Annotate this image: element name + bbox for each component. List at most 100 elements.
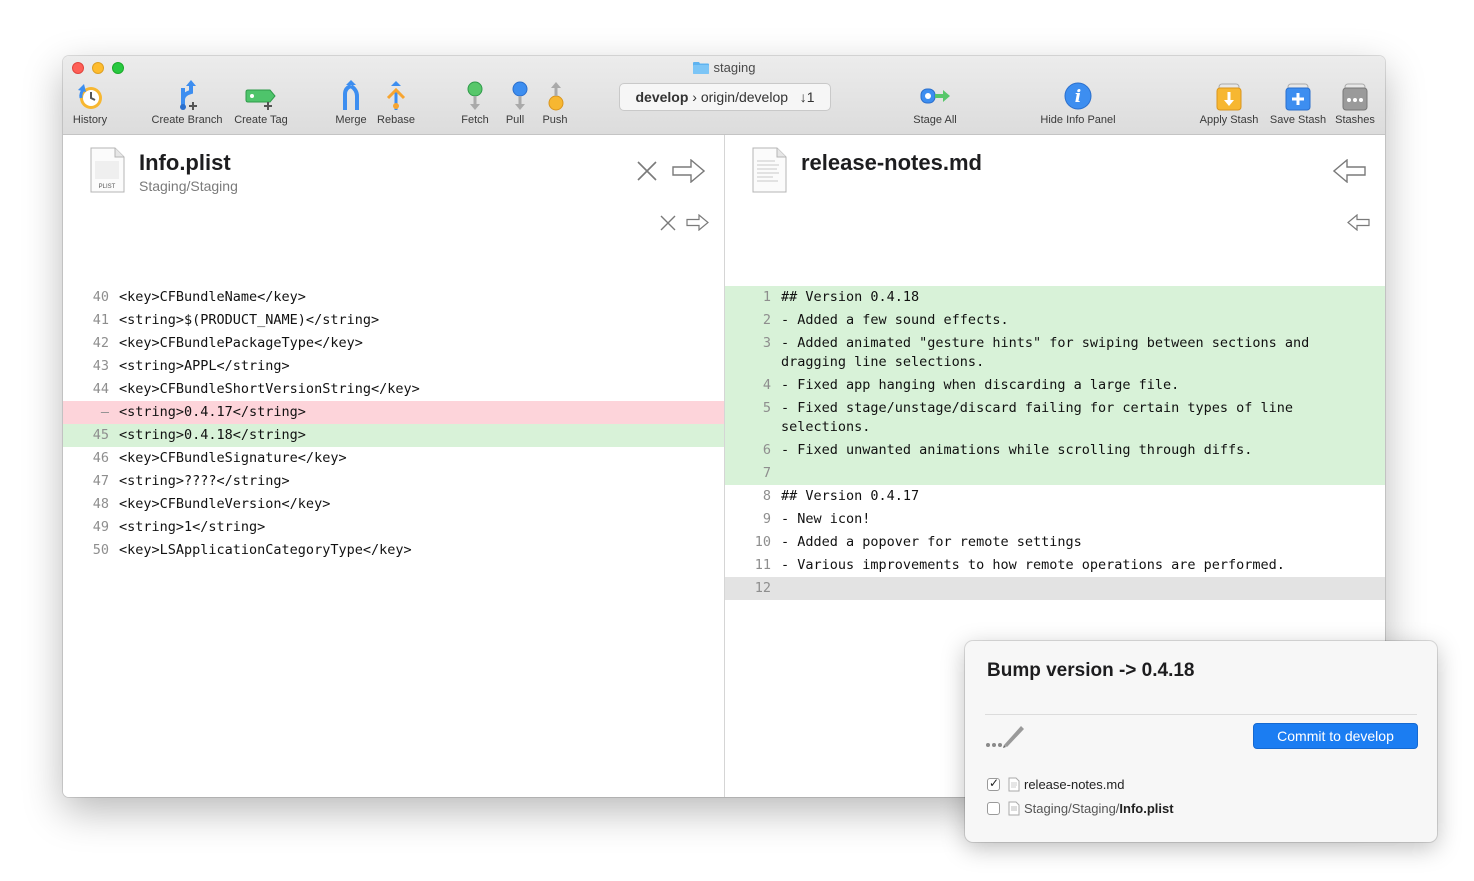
line-number: 49 — [92, 519, 109, 535]
line-number: 7 — [762, 465, 771, 481]
line-text: <key>CFBundleName</key> — [119, 289, 306, 305]
fetch-button[interactable]: Fetch — [459, 80, 491, 126]
line-number: 47 — [92, 473, 109, 489]
line-number: 8 — [762, 488, 771, 504]
pull-label: Pull — [505, 114, 525, 126]
added-line[interactable]: 7 — [725, 462, 1385, 485]
code-line[interactable]: 47 <string>????</string> — [63, 470, 724, 493]
apply-stash-button[interactable]: Apply Stash — [1197, 80, 1261, 126]
code-line[interactable]: 50 <key>LSApplicationCategoryType</key> — [63, 539, 724, 562]
window-title: staging — [63, 60, 1385, 77]
line-number: 6 — [762, 442, 771, 458]
rebase-button[interactable]: Rebase — [376, 80, 416, 126]
history-button[interactable]: History — [71, 80, 109, 126]
line-number: – — [100, 404, 109, 420]
toolbar: staging History Create Branch Create Tag — [63, 56, 1385, 135]
history-label: History — [72, 114, 108, 126]
line-text: <key>LSApplicationCategoryType</key> — [119, 542, 412, 558]
info-icon: i — [1038, 80, 1118, 112]
create-tag-button[interactable]: Create Tag — [232, 80, 290, 126]
code-line[interactable]: 42 <key>CFBundlePackageType</key> — [63, 332, 724, 355]
branch-selector[interactable]: develop › origin/develop ↓1 — [619, 83, 831, 111]
code-line[interactable]: 11 - Various improvements to how remote o… — [725, 554, 1385, 577]
push-button[interactable]: Push — [540, 80, 570, 126]
document-icon — [1008, 777, 1020, 795]
stashes-label: Stashes — [1335, 114, 1375, 126]
create-branch-button[interactable]: Create Branch — [149, 80, 225, 126]
rebase-icon — [376, 80, 416, 112]
line-text — [781, 579, 1385, 598]
stage-file-arrow-icon[interactable] — [672, 158, 706, 188]
pull-button[interactable]: Pull — [504, 80, 528, 126]
save-stash-button[interactable]: Save Stash — [1268, 80, 1328, 126]
unstage-file-arrow-icon[interactable] — [1332, 158, 1366, 188]
stashes-icon — [1333, 80, 1377, 112]
line-text: ## Version 0.4.18 — [781, 289, 920, 305]
commit-panel: Bump version -> 0.4.18 Commit to develop… — [965, 641, 1437, 842]
push-label: Push — [542, 114, 568, 126]
line-number: 43 — [92, 358, 109, 374]
code-line[interactable]: 44 <key>CFBundleShortVersionString</key> — [63, 378, 724, 401]
added-line[interactable]: 3 - Added animated "gesture hints" for sw… — [725, 332, 1385, 374]
code-line[interactable]: 8 ## Version 0.4.17 — [725, 485, 1385, 508]
line-text: - Added a few sound effects. — [781, 312, 1009, 328]
line-number: 10 — [754, 534, 771, 550]
line-text: - Fixed unwanted animations while scroll… — [781, 442, 1253, 458]
line-text: <key>CFBundleShortVersionString</key> — [119, 381, 420, 397]
plist-icon-label: PLIST — [99, 184, 116, 190]
line-number: 45 — [92, 427, 109, 443]
commit-button[interactable]: Commit to develop — [1253, 723, 1418, 749]
deleted-line[interactable]: – <string>0.4.17</string> — [63, 401, 724, 424]
line-text: - Various improvements to how remote ope… — [781, 557, 1285, 573]
create-branch-icon — [149, 80, 225, 112]
code-line[interactable]: 49 <string>1</string> — [63, 516, 724, 539]
stashes-button[interactable]: Stashes — [1333, 80, 1377, 126]
merge-label: Merge — [335, 114, 367, 126]
line-number: 4 — [762, 377, 771, 393]
behind-count: ↓1 — [799, 89, 815, 105]
hide-info-panel-button[interactable]: i Hide Info Panel — [1038, 80, 1118, 126]
code-line[interactable]: 41 <string>$(PRODUCT_NAME)</string> — [63, 309, 724, 332]
added-line[interactable]: 6 - Fixed unwanted animations while scrol… — [725, 439, 1385, 462]
added-line[interactable]: 5 - Fixed stage/unstage/discard failing f… — [725, 397, 1385, 439]
edit-message-icon[interactable] — [985, 723, 1027, 754]
added-line[interactable]: 45 <string>0.4.18</string> — [63, 424, 724, 447]
discard-file-icon[interactable] — [636, 160, 658, 187]
merge-button[interactable]: Merge — [334, 80, 368, 126]
commit-panel-separator — [985, 714, 1417, 715]
unstage-hunk-arrow-icon[interactable] — [1347, 213, 1370, 236]
code-line[interactable]: 9 - New icon! — [725, 508, 1385, 531]
left-diff-pane: PLIST Info.plist Staging/Staging 40 <key>… — [63, 135, 724, 797]
line-text: <key>CFBundleSignature</key> — [119, 450, 347, 466]
line-text: <string>0.4.17</string> — [119, 404, 306, 420]
stage-hunk-arrow-icon[interactable] — [686, 213, 709, 236]
svg-text:i: i — [1075, 87, 1081, 107]
commit-message[interactable]: Bump version -> 0.4.18 — [987, 660, 1195, 682]
file-checkbox[interactable] — [987, 802, 1000, 815]
history-icon — [71, 80, 109, 112]
line-text: - Added animated "gesture hints" for swi… — [781, 335, 1318, 370]
discard-hunk-icon[interactable] — [660, 215, 676, 236]
stage-all-button[interactable]: Stage All — [909, 80, 961, 126]
added-line[interactable]: 4 - Fixed app hanging when discarding a l… — [725, 374, 1385, 397]
line-number: 41 — [92, 312, 109, 328]
commit-file-row[interactable]: release-notes.md — [987, 776, 1124, 795]
line-text: - New icon! — [781, 511, 871, 527]
stage-all-icon — [909, 80, 961, 112]
code-line[interactable]: 46 <key>CFBundleSignature</key> — [63, 447, 724, 470]
added-line[interactable]: 2 - Added a few sound effects. — [725, 309, 1385, 332]
line-text: - Added a popover for remote settings — [781, 534, 1082, 550]
line-text: <key>CFBundleVersion</key> — [119, 496, 331, 512]
code-line[interactable]: 43 <string>APPL</string> — [63, 355, 724, 378]
line-number: 50 — [92, 542, 109, 558]
code-line[interactable]: 48 <key>CFBundleVersion</key> — [63, 493, 724, 516]
stage-all-label: Stage All — [913, 114, 957, 126]
code-line[interactable]: 40 <key>CFBundleName</key> — [63, 286, 724, 309]
code-line[interactable]: 12 — [725, 577, 1385, 600]
file-checkbox[interactable] — [987, 776, 1000, 791]
line-number: 44 — [92, 381, 109, 397]
right-file-name: release-notes.md — [801, 150, 982, 175]
added-line[interactable]: 1 ## Version 0.4.18 — [725, 286, 1385, 309]
code-line[interactable]: 10 - Added a popover for remote settings — [725, 531, 1385, 554]
commit-file-row[interactable]: Staging/Staging/Info.plist — [987, 801, 1174, 819]
